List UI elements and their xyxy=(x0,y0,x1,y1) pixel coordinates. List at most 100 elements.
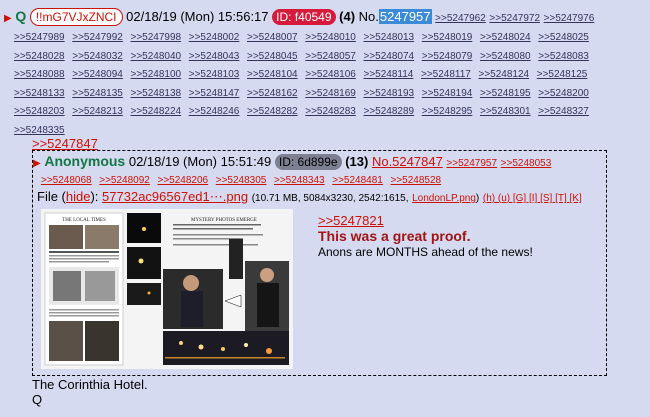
post-date: 02/18/19 (Mon) 15:56:17 xyxy=(126,9,269,24)
reply-link[interactable]: >>5248114 xyxy=(364,67,414,84)
reply-link[interactable]: >>5248007 xyxy=(247,30,298,47)
reply-links: >>5247989 >>5247992 >>5247998 >>5248002 … xyxy=(14,28,644,140)
file-label: File ( xyxy=(37,189,66,204)
reply-link[interactable]: >>5248045 xyxy=(247,49,298,66)
reply-link[interactable]: >>5248083 xyxy=(538,49,589,66)
post-menu-arrow-icon[interactable]: ▶ xyxy=(4,13,12,24)
reply-link[interactable]: >>5248125 xyxy=(537,67,588,84)
reply-link[interactable]: >>5248103 xyxy=(189,67,240,84)
reply-link[interactable]: >>5248147 xyxy=(189,86,240,103)
reply-link[interactable]: >>5248138 xyxy=(131,86,182,103)
reply-link[interactable]: >>5248094 xyxy=(72,67,123,84)
thumb-headline: MYSTERY PHOTOS EMERGE xyxy=(191,218,257,223)
reply-link[interactable]: >>5248289 xyxy=(364,104,415,121)
reply-link[interactable]: >>5248104 xyxy=(247,67,298,84)
reply-link[interactable]: >>5248124 xyxy=(479,67,530,84)
inline-reply-links: >>5248068 >>5248092 >>5248206 >>5248305 … xyxy=(41,171,445,186)
reply-link[interactable]: >>5248100 xyxy=(131,67,182,84)
poster-id-badge[interactable]: ID: 6d899e xyxy=(274,154,342,170)
reply-link[interactable]: >>5248010 xyxy=(305,30,356,47)
reply-count: (4) xyxy=(339,9,356,24)
reply-link[interactable]: >>5248117 xyxy=(421,67,471,84)
body-bold-text: This was a great proof. xyxy=(318,228,471,244)
reply-link[interactable]: >>5248162 xyxy=(247,86,298,103)
post-number[interactable]: 5247957 xyxy=(378,9,432,24)
tripcode-badge: !!mG7VJxZNCI xyxy=(29,8,123,26)
reply-link[interactable]: >>5248327 xyxy=(538,104,589,121)
reply-link[interactable]: >>5247989 xyxy=(14,30,65,47)
reply-link[interactable]: >>5248203 xyxy=(14,104,65,121)
image-search-tools[interactable]: (h) (u) [G] [I] [S] [T] [K] xyxy=(483,193,582,204)
collage-image: THE LOCAL TIMES MYSTERY PHOTOS EMERGE xyxy=(41,209,293,369)
body-text: Anons are MONTHS ahead of the news! xyxy=(318,245,533,259)
reply-link[interactable]: >>5248305 xyxy=(216,175,267,186)
reply-link[interactable]: >>5248074 xyxy=(364,49,415,66)
reply-link[interactable]: >>5248528 xyxy=(391,175,442,186)
file-name-link[interactable]: 57732ac96567ed1⋯.png xyxy=(102,189,248,204)
post-date: 02/18/19 (Mon) 15:51:49 xyxy=(128,154,272,169)
file-meta: (10.71 MB, 5084x3230, 2542:1615, xyxy=(251,193,409,204)
reply-link[interactable]: >>5248135 xyxy=(72,86,123,103)
reply-link[interactable]: >>5248068 xyxy=(41,175,92,186)
reply-link[interactable]: >>5248040 xyxy=(131,49,182,66)
poster-name: Anonymous xyxy=(44,153,126,169)
file-thumbnail[interactable]: THE LOCAL TIMES MYSTERY PHOTOS EMERGE xyxy=(41,209,293,369)
inline-quoted-post: ▶ Anonymous 02/18/19 (Mon) 15:51:49 ID: … xyxy=(32,150,607,376)
quote-link[interactable]: >>5247847 xyxy=(32,136,98,151)
reply-link[interactable]: >>5248025 xyxy=(538,30,589,47)
thumb-masthead: THE LOCAL TIMES xyxy=(62,218,106,223)
poster-id-badge[interactable]: ID: f40549 xyxy=(272,9,336,25)
reply-link[interactable]: >>5248343 xyxy=(274,175,325,186)
post-menu-arrow-icon[interactable]: ▶ xyxy=(33,158,41,169)
reply-link[interactable]: >>5248019 xyxy=(422,30,473,47)
reply-link[interactable]: >>5247962 xyxy=(435,13,486,24)
reply-link[interactable]: >>5247957 xyxy=(446,158,497,169)
reply-link[interactable]: >>5248213 xyxy=(72,104,123,121)
reply-link[interactable]: >>5248133 xyxy=(14,86,65,103)
reply-count: (13) xyxy=(345,154,369,169)
reply-link[interactable]: >>5247998 xyxy=(131,30,182,47)
reply-link[interactable]: >>5247972 xyxy=(489,13,540,24)
reply-link[interactable]: >>5248195 xyxy=(480,86,531,103)
post-number[interactable]: No.5247847 xyxy=(372,154,443,169)
reply-link[interactable]: >>5248224 xyxy=(131,104,182,121)
reply-link[interactable]: >>5248193 xyxy=(364,86,415,103)
body-quote-link[interactable]: >>5247821 xyxy=(318,213,533,228)
reply-link[interactable]: >>5248053 xyxy=(501,158,552,169)
hide-file-link[interactable]: hide xyxy=(66,189,91,204)
poster-name: Q xyxy=(15,8,27,24)
reply-link[interactable]: >>5248200 xyxy=(538,86,589,103)
post-text-line1: The Corinthia Hotel. xyxy=(32,377,148,392)
reply-link[interactable]: >>5247992 xyxy=(72,30,123,47)
reply-link[interactable]: >>5248024 xyxy=(480,30,531,47)
reply-link[interactable]: >>5248092 xyxy=(99,175,150,186)
reply-link[interactable]: >>5248206 xyxy=(158,175,209,186)
reply-link[interactable]: >>5248295 xyxy=(422,104,473,121)
original-filename-link[interactable]: LondonLP.png xyxy=(412,193,476,204)
reply-link[interactable]: >>5248283 xyxy=(305,104,356,121)
reply-link[interactable]: >>5248032 xyxy=(72,49,123,66)
inline-post-header: ▶ Anonymous 02/18/19 (Mon) 15:51:49 ID: … xyxy=(33,153,551,170)
reply-link[interactable]: >>5248079 xyxy=(422,49,473,66)
reply-link[interactable]: >>5248013 xyxy=(364,30,415,47)
reply-link[interactable]: >>5248057 xyxy=(305,49,356,66)
reply-link[interactable]: >>5248301 xyxy=(480,104,531,121)
reply-link[interactable]: >>5248028 xyxy=(14,49,65,66)
reply-link[interactable]: >>5248169 xyxy=(305,86,356,103)
post-number-label[interactable]: No. xyxy=(359,9,379,24)
file-info: File (hide): 57732ac96567ed1⋯.png (10.71… xyxy=(37,189,582,205)
reply-link[interactable]: >>5248088 xyxy=(14,67,65,84)
reply-link[interactable]: >>5247976 xyxy=(544,13,595,24)
file-meta-close: ) xyxy=(475,193,480,204)
file-label-close: ): xyxy=(90,189,99,204)
reply-link[interactable]: >>5248080 xyxy=(480,49,531,66)
reply-link[interactable]: >>5248002 xyxy=(189,30,240,47)
reply-link[interactable]: >>5248282 xyxy=(247,104,298,121)
reply-link[interactable]: >>5248194 xyxy=(422,86,473,103)
post-header: ▶ Q !!mG7VJxZNCI 02/18/19 (Mon) 15:56:17… xyxy=(4,8,594,26)
reply-link[interactable]: >>5248106 xyxy=(305,67,356,84)
reply-link[interactable]: >>5248246 xyxy=(189,104,240,121)
reply-link[interactable]: >>5248481 xyxy=(332,175,383,186)
reply-link[interactable]: >>5248043 xyxy=(189,49,240,66)
inline-post-body: >>5247821 This was a great proof. Anons … xyxy=(318,213,533,259)
